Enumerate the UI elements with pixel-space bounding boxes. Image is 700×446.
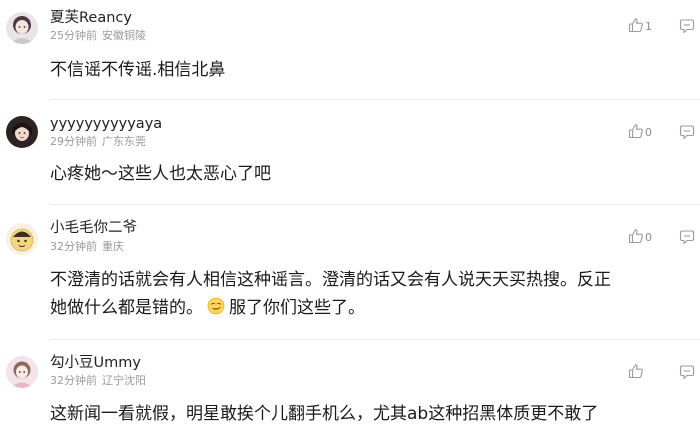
thumbs-up-icon <box>628 363 644 383</box>
reply-icon <box>679 19 695 38</box>
comment-location: 重庆 <box>102 240 124 253</box>
comment-text: 心疼她～这些人也太恶心了吧 <box>50 164 271 184</box>
like-button[interactable]: 0 <box>628 124 652 142</box>
comment-location: 辽宁沈阳 <box>102 374 146 387</box>
comment-username[interactable]: 夏芙Reancy <box>50 10 132 27</box>
smirk-emoji-icon <box>207 296 225 324</box>
thumbs-up-icon <box>628 17 644 37</box>
comment-time: 32分钟前 <box>50 240 97 253</box>
reply-button[interactable] <box>679 229 695 249</box>
comment-meta: 29分钟前 广东东莞 <box>50 135 146 148</box>
comment-username[interactable]: yyyyyyyyyyaya <box>50 116 162 133</box>
reply-icon <box>679 230 695 249</box>
reply-icon <box>679 365 695 384</box>
thumbs-up-icon <box>628 228 644 248</box>
girl-avatar-icon[interactable] <box>6 12 38 44</box>
comment-time: 32分钟前 <box>50 374 97 387</box>
like-count: 0 <box>645 126 652 139</box>
cartoon-avatar-icon[interactable] <box>6 223 38 255</box>
comment-actions <box>628 364 698 382</box>
thumbs-up-icon <box>628 123 644 143</box>
comment-username[interactable]: 小毛毛你二爷 <box>50 220 137 237</box>
reply-button[interactable] <box>679 18 695 38</box>
comment-actions: 0 <box>628 229 698 247</box>
like-button[interactable]: 0 <box>628 229 652 247</box>
comment-text: 这新闻一看就假，明星敢挨个儿翻手机么，尤其ab这种招黑体质更不敢了 <box>50 404 599 424</box>
comment-text-line: 不澄清的话就会有人相信这种谣言。澄清的话又会有人说天天买热搜。反正 <box>50 270 611 290</box>
comment-actions: 0 <box>628 124 698 142</box>
comment-actions: 1 <box>628 18 698 36</box>
comment-text-line: 她做什么都是错的。 服了你们这些了。 <box>50 294 680 324</box>
comment-location: 广东东莞 <box>102 135 146 148</box>
comment-location: 安徽铜陵 <box>102 29 146 42</box>
like-button[interactable]: 1 <box>628 18 652 36</box>
like-button[interactable] <box>628 364 645 382</box>
comment-meta: 32分钟前 辽宁沈阳 <box>50 374 146 387</box>
reply-icon <box>679 125 695 144</box>
like-count: 1 <box>645 20 652 33</box>
comment-text-part: 服了你们这些了。 <box>229 298 365 318</box>
comment-item: 勾小豆Ummy 32分钟前 辽宁沈阳 这新闻一看就假，明星敢挨个儿翻手机么，尤其a… <box>0 340 700 446</box>
comment-list: 夏芙Reancy 25分钟前 安徽铜陵 不信谣不传谣.相信北鼻 1 yyyyyy… <box>0 0 700 446</box>
comment-username[interactable]: 勾小豆Ummy <box>50 355 141 372</box>
comment-text: 不澄清的话就会有人相信这种谣言。澄清的话又会有人说天天买热搜。反正 她做什么都是… <box>50 266 680 324</box>
comment-text: 不信谣不传谣.相信北鼻 <box>50 60 226 80</box>
comment-meta: 32分钟前 重庆 <box>50 240 124 253</box>
reply-button[interactable] <box>679 364 695 384</box>
dark-hair-avatar-icon[interactable] <box>6 116 38 148</box>
like-count: 0 <box>645 231 652 244</box>
comment-item: yyyyyyyyyyaya 29分钟前 广东东莞 心疼她～这些人也太恶心了吧 0 <box>0 100 700 205</box>
comment-item: 夏芙Reancy 25分钟前 安徽铜陵 不信谣不传谣.相信北鼻 1 <box>0 0 700 100</box>
reply-button[interactable] <box>679 124 695 144</box>
comment-item: 小毛毛你二爷 32分钟前 重庆 不澄清的话就会有人相信这种谣言。澄清的话又会有人说… <box>0 205 700 340</box>
comment-time: 29分钟前 <box>50 135 97 148</box>
comment-time: 25分钟前 <box>50 29 97 42</box>
comment-text-part: 她做什么都是错的。 <box>50 298 203 318</box>
comment-meta: 25分钟前 安徽铜陵 <box>50 29 146 42</box>
pink-avatar-icon[interactable] <box>6 356 38 388</box>
